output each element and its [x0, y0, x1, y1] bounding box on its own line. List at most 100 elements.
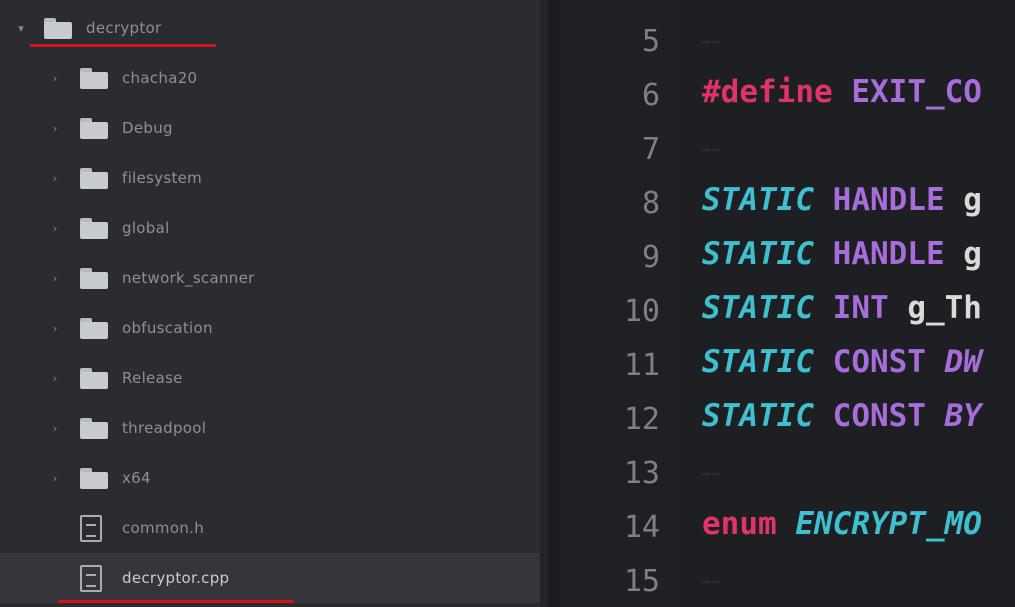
chevron-right-icon[interactable]: › [48, 372, 62, 385]
highlight-underline [30, 44, 216, 47]
folder-icon [80, 268, 108, 289]
folder-icon [80, 168, 108, 189]
code-token: BY [925, 398, 982, 434]
folder-icon [80, 68, 108, 89]
tree-folder-filesystem[interactable]: › filesystem [0, 153, 540, 203]
tree-folder-release[interactable]: › Release [0, 353, 540, 403]
code-token: enum [702, 506, 777, 542]
line-number: 6 [641, 78, 660, 113]
file-explorer: ▾ decryptor › chacha20 › Debug › filesystem › glo… [0, 0, 548, 607]
file-icon [80, 564, 102, 592]
folder-icon [44, 18, 72, 39]
tree-folder-chacha20[interactable]: › chacha20 [0, 53, 540, 103]
tree-item-label: Debug [122, 119, 173, 137]
highlight-underline [58, 600, 294, 603]
line-number: 15 [623, 564, 660, 599]
line-number: 9 [641, 240, 660, 275]
code-line[interactable]: STATIC HANDLE g [702, 236, 982, 272]
code-token: HANDLE [832, 236, 945, 272]
tree-item-label: common.h [122, 519, 205, 537]
tree-item-label: obfuscation [122, 319, 213, 337]
line-number: 12 [623, 402, 660, 437]
tree-folder-obfuscation[interactable]: › obfuscation [0, 303, 540, 353]
tree-item-label: decryptor.cpp [122, 569, 230, 587]
code-token: g_Th [888, 290, 982, 326]
tree-item-label: threadpool [122, 419, 207, 437]
tree-item-label: decryptor [86, 19, 162, 37]
folder-icon [80, 218, 108, 239]
whitespace-marker: —— [702, 142, 723, 158]
pane-divider[interactable] [548, 0, 560, 607]
code-token: HANDLE [832, 182, 945, 218]
whitespace-marker: —— [702, 34, 723, 50]
code-token: g [944, 236, 982, 272]
code-line[interactable]: STATIC CONST BY [702, 398, 982, 434]
tree-item-label: network_scanner [122, 269, 255, 287]
code-editor[interactable]: 5 6 7 8 9 10 11 12 13 14 15 —— #define EXIT_CO —— STA… [560, 0, 1015, 607]
chevron-down-icon[interactable]: ▾ [14, 22, 28, 35]
whitespace-marker: —— [702, 466, 723, 482]
code-token: STATIC [702, 398, 814, 434]
chevron-right-icon[interactable]: › [48, 472, 62, 485]
chevron-right-icon[interactable]: › [48, 222, 62, 235]
tree-file[interactable]: decryptor.cpp [0, 553, 540, 603]
line-number: 13 [623, 456, 660, 491]
chevron-right-icon[interactable]: › [48, 272, 62, 285]
folder-icon [80, 118, 108, 139]
file-icon [80, 514, 102, 542]
chevron-right-icon[interactable]: › [48, 72, 62, 85]
chevron-right-icon[interactable]: › [48, 122, 62, 135]
code-token: INT [832, 290, 889, 326]
code-line[interactable]: STATIC CONST DW [702, 344, 982, 380]
tree-file[interactable]: common.h [0, 503, 540, 553]
code-line[interactable]: STATIC HANDLE g [702, 182, 982, 218]
code-token: STATIC [702, 290, 814, 326]
code-token: STATIC [702, 182, 814, 218]
folder-icon [80, 318, 108, 339]
line-number: 11 [623, 348, 660, 383]
code-line[interactable]: enum ENCRYPT_MO [702, 506, 982, 542]
folder-icon [80, 468, 108, 489]
code-line[interactable]: #define EXIT_CO [702, 74, 982, 110]
tree-folder-network_scanner[interactable]: › network_scanner [0, 253, 540, 303]
code-token: ENCRYPT_MO [795, 506, 982, 542]
whitespace-marker: —— [702, 574, 723, 590]
line-number: 14 [623, 510, 660, 545]
tree-item-label: x64 [122, 469, 151, 487]
sidebar-scroll-edge [540, 0, 548, 607]
code-token: #define [702, 74, 833, 110]
line-number: 7 [641, 132, 660, 167]
chevron-right-icon[interactable]: › [48, 322, 62, 335]
code-token: STATIC [702, 344, 814, 380]
code-token: g [944, 182, 982, 218]
chevron-right-icon[interactable]: › [48, 422, 62, 435]
code-line[interactable]: STATIC INT g_Th [702, 290, 982, 326]
tree-folder-global[interactable]: › global [0, 203, 540, 253]
tree-folder-threadpool[interactable]: › threadpool [0, 403, 540, 453]
tree-item-label: Release [122, 369, 183, 387]
line-number: 10 [623, 294, 660, 329]
chevron-right-icon[interactable]: › [48, 172, 62, 185]
folder-icon [80, 368, 108, 389]
tree-folder-x64[interactable]: › x64 [0, 453, 540, 503]
code-token: STATIC [702, 236, 814, 272]
tree-item-label: filesystem [122, 169, 203, 187]
code-token: DW [925, 344, 982, 380]
line-number: 5 [641, 24, 660, 59]
line-number: 8 [641, 186, 660, 221]
tree-folder-debug[interactable]: › Debug [0, 103, 540, 153]
folder-icon [80, 418, 108, 439]
tree-item-label: global [122, 219, 170, 237]
line-number-gutter: 5 6 7 8 9 10 11 12 13 14 15 [560, 0, 678, 607]
code-token: CONST [832, 344, 926, 380]
code-token: CONST [832, 398, 926, 434]
code-token: EXIT_CO [851, 74, 982, 110]
tree-item-label: chacha20 [122, 69, 198, 87]
